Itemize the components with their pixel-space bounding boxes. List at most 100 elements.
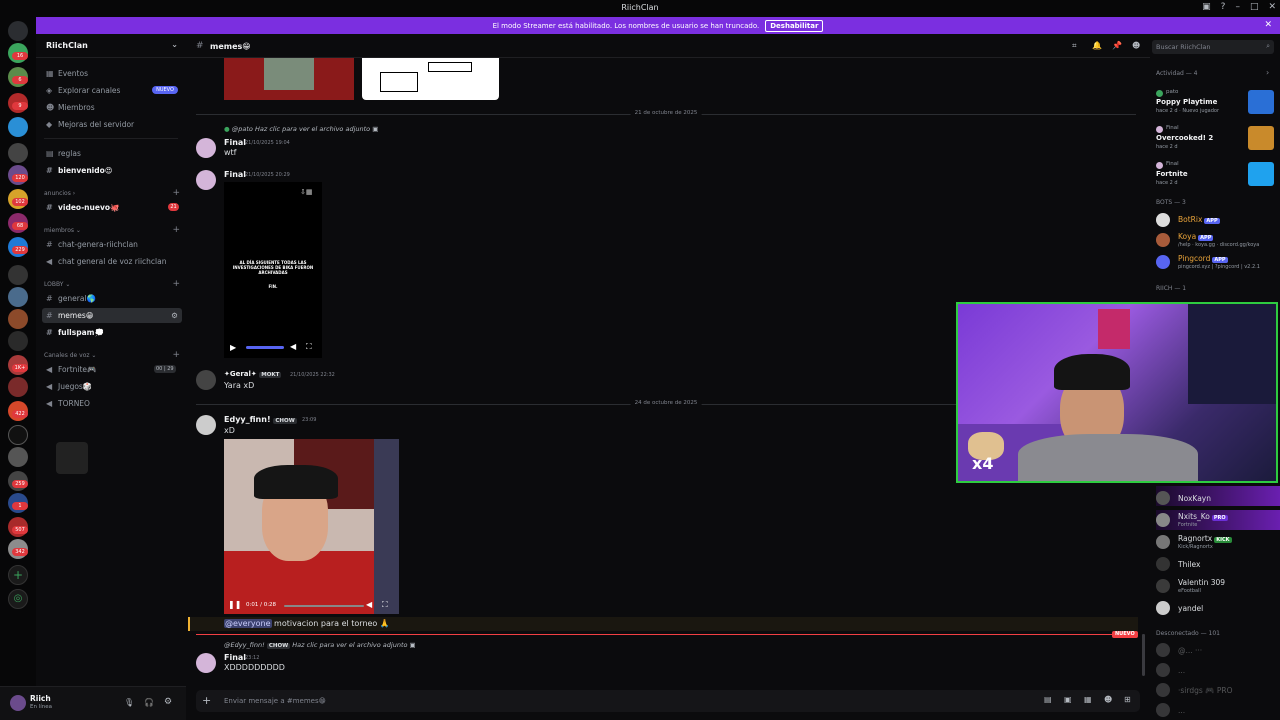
fullscreen-icon[interactable]: ⛶ bbox=[382, 600, 388, 610]
disable-streamer-button[interactable]: Deshabilitar bbox=[765, 19, 824, 32]
message-composer[interactable]: + Enviar mensaje a #memes😁 ▤ ▣ ▦ ☻ ⊞ bbox=[196, 690, 1140, 712]
activity-card[interactable]: pato Poppy Playtime hace 2 d · Nuevo jug… bbox=[1154, 86, 1276, 120]
category-voz[interactable]: Canales de voz ⌄ + bbox=[44, 350, 180, 360]
avatar[interactable] bbox=[196, 653, 216, 673]
video-seek-bar[interactable] bbox=[284, 605, 364, 607]
minimize-button[interactable]: – bbox=[1235, 2, 1240, 12]
search-input[interactable]: Buscar RiichClan ⌕ bbox=[1152, 40, 1274, 54]
members-toggle-icon[interactable]: ☻ bbox=[1132, 41, 1140, 50]
settings-icon[interactable]: ⚙ bbox=[171, 311, 178, 320]
category-anuncios[interactable]: anuncios › + bbox=[44, 188, 180, 198]
activity-card[interactable]: Final Overcooked! 2 hace 2 d bbox=[1154, 122, 1276, 156]
video-attachment[interactable]: ❚❚ 0:01 / 0:28 ◀ ⛶ bbox=[224, 439, 399, 614]
discover-icon[interactable]: ◎ bbox=[8, 589, 28, 609]
fullscreen-icon[interactable]: ⛶ bbox=[306, 342, 312, 352]
gift-icon[interactable]: ▤ bbox=[1044, 695, 1052, 704]
channel-chat-genera[interactable]: # chat-genera-riichclan bbox=[42, 237, 182, 252]
close-icon[interactable]: ✕ bbox=[1264, 20, 1272, 30]
avatar[interactable] bbox=[196, 170, 216, 190]
pin-icon[interactable]: 📌 bbox=[1112, 41, 1122, 50]
channel-general[interactable]: # general🌎 bbox=[42, 291, 182, 306]
gif-icon[interactable]: ▣ bbox=[1064, 695, 1072, 704]
member-item[interactable]: yandel bbox=[1156, 598, 1280, 618]
message-author[interactable]: Final bbox=[224, 138, 246, 147]
member-item[interactable]: Koya APP /help · koya.gg · discord.gg/koy… bbox=[1156, 230, 1280, 250]
apps-icon[interactable]: ⊞ bbox=[1124, 695, 1131, 704]
sidebar-item-eventos[interactable]: ▦ Eventos bbox=[42, 66, 182, 81]
member-item[interactable]: Nxits_Ko PRO Fortnite bbox=[1156, 510, 1280, 530]
channel-juegos[interactable]: ◀ Juegos🎲 bbox=[42, 379, 182, 394]
message-author[interactable]: Edyy_finn! CHOW bbox=[224, 415, 297, 424]
inbox-icon[interactable]: ▣ bbox=[1202, 2, 1211, 12]
avatar[interactable] bbox=[10, 695, 26, 711]
channel-video-nuevo[interactable]: # video-nuevo🐙 bbox=[42, 200, 182, 215]
download-icon[interactable]: ⇩▦ bbox=[300, 188, 312, 196]
message-author[interactable]: ✦Geral✦ MOKT bbox=[224, 370, 282, 378]
member-item[interactable]: ·sirdgs 🎮 PRO bbox=[1156, 680, 1280, 700]
volume-slider[interactable] bbox=[246, 346, 284, 349]
member-item[interactable]: ... bbox=[1156, 700, 1280, 720]
member-item[interactable]: Thilex bbox=[1156, 554, 1280, 574]
category-miembros[interactable]: miembros ⌄ + bbox=[44, 225, 180, 235]
avatar[interactable] bbox=[196, 138, 216, 158]
bell-icon[interactable]: 🔔 bbox=[1092, 41, 1102, 50]
channel-chat-voz[interactable]: ◀ chat general de voz riichclan bbox=[42, 254, 182, 269]
image-attachment[interactable] bbox=[362, 58, 499, 100]
server-header[interactable]: RiichClan ⌄ bbox=[36, 34, 186, 58]
video-attachment[interactable]: ⇩▦ AL DÍA SIGUIENTE TODAS LAS INVESTIGAC… bbox=[224, 182, 322, 358]
microphone-icon[interactable]: 🎙 bbox=[124, 698, 134, 707]
category-lobby[interactable]: LOBBY ⌄ + bbox=[44, 279, 180, 289]
discord-home-icon[interactable] bbox=[8, 21, 28, 41]
close-button[interactable]: ✕ bbox=[1268, 2, 1276, 12]
add-channel-icon[interactable]: + bbox=[172, 279, 180, 289]
server-icon[interactable] bbox=[8, 331, 28, 351]
member-item[interactable]: Ragnortx KICK Kick/Ragnortx bbox=[1156, 532, 1280, 552]
sidebar-item-mejoras[interactable]: ◆ Mejoras del servidor bbox=[42, 117, 182, 132]
avatar[interactable] bbox=[196, 415, 216, 435]
avatar[interactable] bbox=[196, 370, 216, 390]
server-icon[interactable] bbox=[8, 309, 28, 329]
emoji-icon[interactable]: ☻ bbox=[1104, 695, 1112, 704]
threads-icon[interactable]: ⌗ bbox=[1072, 41, 1077, 51]
sticker-icon[interactable]: ▦ bbox=[1084, 695, 1092, 704]
server-icon[interactable] bbox=[8, 265, 28, 285]
channel-torneo[interactable]: ◀ TORNEO bbox=[42, 396, 182, 411]
server-icon[interactable] bbox=[8, 425, 28, 445]
image-attachment[interactable] bbox=[224, 58, 354, 100]
server-icon[interactable] bbox=[8, 287, 28, 307]
member-item[interactable]: ... bbox=[1156, 660, 1280, 680]
maximize-button[interactable]: □ bbox=[1250, 2, 1259, 12]
add-channel-icon[interactable]: + bbox=[172, 350, 180, 360]
member-item[interactable]: @... ··· bbox=[1156, 640, 1280, 660]
add-attachment-icon[interactable]: + bbox=[202, 694, 211, 707]
add-channel-icon[interactable]: + bbox=[172, 188, 180, 198]
channel-reglas[interactable]: ▤ reglas bbox=[42, 146, 182, 161]
reply-preview[interactable]: ● @pato Haz clic para ver el archivo adj… bbox=[224, 125, 378, 133]
headphones-icon[interactable]: 🎧 bbox=[144, 698, 154, 707]
member-item[interactable]: BotRix APP bbox=[1156, 210, 1280, 230]
add-server-icon[interactable]: + bbox=[8, 565, 28, 585]
activity-card[interactable]: Final Fortnite hace 2 d bbox=[1154, 158, 1276, 192]
member-item[interactable]: Valentin 309 eFootball bbox=[1156, 576, 1280, 596]
settings-icon[interactable]: ⚙ bbox=[164, 697, 172, 707]
message-author[interactable]: Final bbox=[224, 170, 246, 179]
channel-fullspam[interactable]: # fullspam💭 bbox=[42, 325, 182, 340]
play-icon[interactable]: ▶ bbox=[230, 343, 236, 352]
server-icon[interactable] bbox=[8, 143, 28, 163]
member-item[interactable]: NoxKayn bbox=[1156, 488, 1280, 508]
server-icon[interactable] bbox=[8, 447, 28, 467]
member-item[interactable]: Pingcord APP pingcord.xyz | ?pingcord | v… bbox=[1156, 252, 1280, 272]
volume-icon[interactable]: ◀ bbox=[366, 600, 372, 609]
channel-memes[interactable]: # memes😁 ⚙ bbox=[42, 308, 182, 323]
help-icon[interactable]: ? bbox=[1221, 2, 1226, 12]
volume-icon[interactable]: ◀ bbox=[290, 342, 296, 351]
chevron-right-icon[interactable]: › bbox=[1266, 68, 1269, 77]
server-icon[interactable] bbox=[8, 377, 28, 397]
message-author[interactable]: Final bbox=[224, 653, 246, 662]
channel-bienvenido[interactable]: # bienvenido😍 bbox=[42, 163, 182, 178]
add-channel-icon[interactable]: + bbox=[172, 225, 180, 235]
server-icon[interactable] bbox=[8, 117, 28, 137]
member-scrollbar[interactable] bbox=[1142, 634, 1145, 676]
mention[interactable]: @everyone bbox=[224, 619, 272, 628]
sidebar-item-miembros[interactable]: ☻ Miembros bbox=[42, 100, 182, 115]
